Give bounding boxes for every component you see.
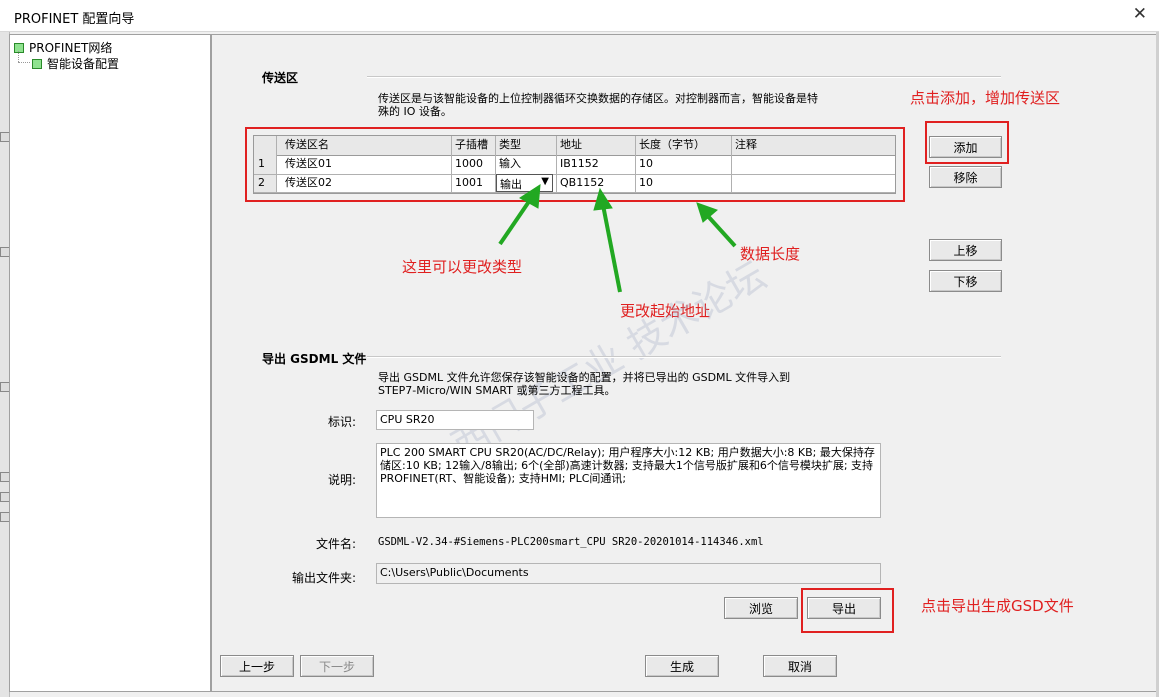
next-button[interactable]: 下一步 [300, 655, 374, 677]
output-folder-label: 输出文件夹: [291, 571, 356, 585]
previous-button[interactable]: 上一步 [220, 655, 294, 677]
filename-value: GSDML-V2.34-#Siemens-PLC200smart_CPU SR2… [378, 536, 764, 548]
arrow-type-head [519, 184, 541, 209]
annotation-arrows [498, 184, 737, 293]
identifier-label: 标识: [327, 415, 356, 429]
arrow-length [704, 212, 737, 248]
export-description-line2: STEP7-Micro/WIN SMART 或第三方工程工具。 [378, 384, 616, 397]
export-section-title: 导出 GSDML 文件 [262, 352, 367, 366]
browse-button[interactable]: 浏览 [724, 597, 798, 619]
identifier-field[interactable]: CPU SR20 [376, 410, 534, 430]
cancel-button[interactable]: 取消 [763, 655, 837, 677]
description-field[interactable]: PLC 200 SMART CPU SR20(AC/DC/Relay); 用户程… [376, 443, 881, 518]
arrow-address-head [593, 187, 613, 211]
generate-button[interactable]: 生成 [645, 655, 719, 677]
filename-label: 文件名: [315, 537, 356, 551]
annotation-box-export [801, 588, 894, 633]
description-label: 说明: [327, 473, 356, 487]
export-description-line1: 导出 GSDML 文件允许您保存该智能设备的配置，并将已导出的 GSDML 文件… [378, 371, 791, 384]
arrow-length-head [696, 202, 718, 223]
arrow-type [498, 198, 532, 246]
arrow-address [601, 204, 622, 293]
output-folder-field[interactable]: C:\Users\Public\Documents [376, 563, 881, 584]
section-separator [367, 356, 1001, 358]
